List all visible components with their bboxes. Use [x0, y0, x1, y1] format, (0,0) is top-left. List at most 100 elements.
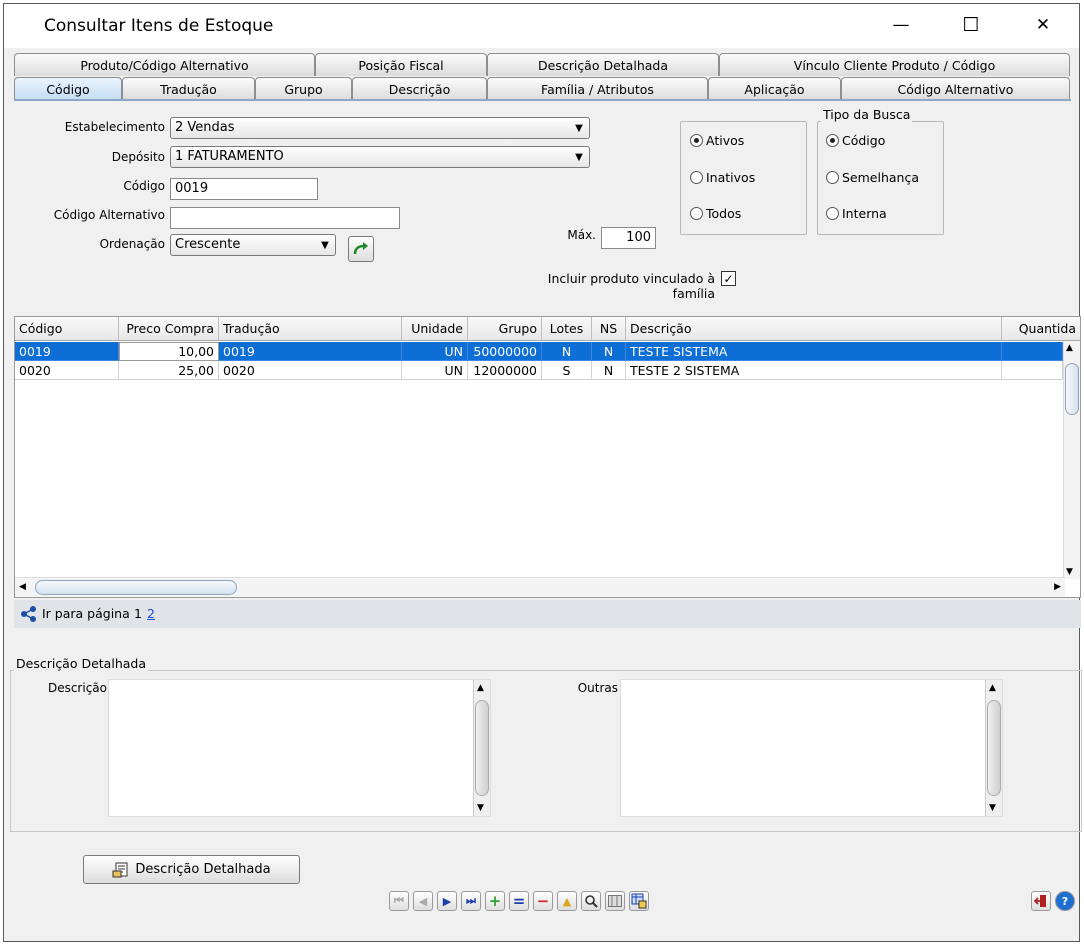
scroll-up-icon[interactable]: ▲	[477, 683, 484, 693]
minimize-button[interactable]: —	[878, 8, 924, 42]
first-icon: ⏮	[394, 894, 404, 907]
pager-page-2-link[interactable]: 2	[147, 606, 155, 621]
previous-record-button[interactable]: ◀	[413, 891, 433, 911]
tab-vinculo-cliente-produto[interactable]: Vínculo Cliente Produto / Código	[719, 53, 1070, 76]
column-header-grupo[interactable]: Grupo	[468, 317, 542, 341]
export-button[interactable]	[629, 891, 649, 911]
pager-label: Ir para página	[42, 606, 130, 621]
help-button[interactable]: ?	[1055, 891, 1075, 911]
radio-inativos[interactable]: Inativos	[690, 170, 755, 185]
last-record-button[interactable]: ⏭	[461, 891, 481, 911]
cell-preco-compra[interactable]: 10,00	[119, 342, 219, 361]
outras-label: Outras	[577, 681, 618, 695]
outras-scrollbar[interactable]: ▲ ▼	[985, 680, 1002, 816]
list-view-button[interactable]	[605, 891, 625, 911]
column-header-lotes[interactable]: Lotes	[542, 317, 592, 341]
radio-semelhanca-label: Semelhança	[842, 170, 920, 185]
deposito-value: 1 FATURAMENTO	[175, 149, 284, 164]
descricao-detalhada-button[interactable]: Descrição Detalhada	[83, 855, 300, 884]
delete-record-button[interactable]: −	[533, 891, 553, 911]
tab-posicao-fiscal[interactable]: Posição Fiscal	[315, 53, 487, 76]
cell-descricao: TESTE SISTEMA	[626, 342, 1002, 361]
scroll-up-icon[interactable]: ▲	[1066, 343, 1073, 353]
results-grid[interactable]: Código Preco Compra Tradução Unidade Gru…	[14, 316, 1081, 598]
window-title: Consultar Itens de Estoque	[44, 16, 274, 36]
search-button[interactable]	[581, 891, 601, 911]
edit-record-button[interactable]: =	[509, 891, 529, 911]
add-record-button[interactable]: +	[485, 891, 505, 911]
previous-icon: ◀	[418, 894, 428, 908]
cell-grupo: 50000000	[468, 342, 542, 361]
tab-produto-codigo-alternativo[interactable]: Produto/Código Alternativo	[14, 53, 315, 76]
scroll-thumb[interactable]	[1065, 363, 1079, 415]
next-record-button[interactable]: ▶	[437, 891, 457, 911]
scroll-right-icon[interactable]: ▶	[1054, 582, 1061, 592]
cell-quantidade	[1002, 361, 1063, 380]
check-icon: ✓	[723, 271, 734, 286]
tab-descricao[interactable]: Descrição	[352, 77, 487, 100]
pager-bar: Ir para página 1 2	[14, 600, 1081, 628]
cell-traducao: 0019	[219, 342, 402, 361]
column-header-quantidade[interactable]: Quantida	[1002, 317, 1080, 341]
tab-grupo[interactable]: Grupo	[255, 77, 352, 100]
chevron-down-icon: ▼	[321, 239, 329, 251]
tab-codigo[interactable]: Código	[14, 77, 122, 100]
radio-ativos[interactable]: Ativos	[690, 133, 744, 148]
codigo-alternativo-input[interactable]	[170, 207, 400, 229]
exit-button[interactable]	[1031, 891, 1051, 911]
radio-semelhanca[interactable]: Semelhança	[826, 170, 919, 185]
cell-quantidade	[1002, 342, 1063, 361]
minus-icon: −	[536, 892, 550, 910]
estabelecimento-select[interactable]: 2 Vendas ▼	[170, 117, 590, 139]
tab-descricao-detalhada[interactable]: Descrição Detalhada	[487, 53, 719, 76]
confirm-record-button[interactable]: ▲	[557, 891, 577, 911]
outras-textarea[interactable]: ▲ ▼	[620, 679, 1003, 817]
tab-codigo-alternativo[interactable]: Código Alternativo	[841, 77, 1070, 100]
ordenacao-select[interactable]: Crescente ▼	[170, 234, 336, 256]
scroll-down-icon[interactable]: ▼	[989, 803, 996, 813]
column-header-unidade[interactable]: Unidade	[402, 317, 468, 341]
radio-interna[interactable]: Interna	[826, 206, 887, 221]
grid-vertical-scrollbar[interactable]: ▲ ▼	[1063, 341, 1080, 579]
cell-lotes: N	[542, 342, 592, 361]
cell-grupo: 12000000	[468, 361, 542, 380]
scroll-up-icon[interactable]: ▲	[989, 683, 996, 693]
descricao-textarea[interactable]: ▲ ▼	[108, 679, 491, 817]
search-arrow-button[interactable]	[348, 236, 374, 262]
deposito-select[interactable]: 1 FATURAMENTO ▼	[170, 146, 590, 168]
grid-horizontal-scrollbar[interactable]: ◀ ▶	[15, 577, 1065, 597]
next-icon: ▶	[442, 894, 452, 908]
column-header-codigo[interactable]: Código	[15, 317, 119, 341]
tab-aplicacao[interactable]: Aplicação	[708, 77, 841, 100]
tab-familia-atributos[interactable]: Família / Atributos	[487, 77, 708, 100]
codigo-alternativo-label: Código Alternativo	[53, 208, 165, 222]
column-header-descricao[interactable]: Descrição	[626, 317, 1002, 341]
cell-lotes: S	[542, 361, 592, 380]
scroll-thumb[interactable]	[35, 580, 237, 595]
cell-ns: N	[592, 342, 626, 361]
radio-selected-icon	[690, 134, 703, 147]
column-header-preco-compra[interactable]: Preco Compra	[119, 317, 219, 341]
radio-codigo[interactable]: Código	[826, 133, 885, 148]
scroll-thumb[interactable]	[987, 700, 1001, 796]
scroll-down-icon[interactable]: ▼	[1066, 567, 1073, 577]
ordenacao-label: Ordenação	[99, 237, 165, 251]
triangle-up-icon: ▲	[562, 894, 572, 908]
chevron-down-icon: ▼	[575, 122, 583, 134]
descricao-scrollbar[interactable]: ▲ ▼	[473, 680, 490, 816]
maximize-button[interactable]: ☐	[948, 8, 994, 42]
column-header-traducao[interactable]: Tradução	[219, 317, 402, 341]
scroll-thumb[interactable]	[475, 700, 489, 796]
close-button[interactable]: ✕	[1020, 8, 1066, 42]
radio-todos[interactable]: Todos	[690, 206, 741, 221]
codigo-input[interactable]: 0019	[170, 178, 318, 200]
column-header-ns[interactable]: NS	[592, 317, 626, 341]
scroll-left-icon[interactable]: ◀	[19, 582, 26, 592]
max-input[interactable]: 100	[601, 227, 656, 249]
incluir-familia-checkbox[interactable]: ✓	[721, 271, 736, 286]
first-record-button[interactable]: ⏮	[389, 891, 409, 911]
estabelecimento-label: Estabelecimento	[64, 120, 165, 134]
cell-codigo: 0019	[15, 342, 119, 361]
scroll-down-icon[interactable]: ▼	[477, 803, 484, 813]
tab-traducao[interactable]: Tradução	[122, 77, 255, 100]
